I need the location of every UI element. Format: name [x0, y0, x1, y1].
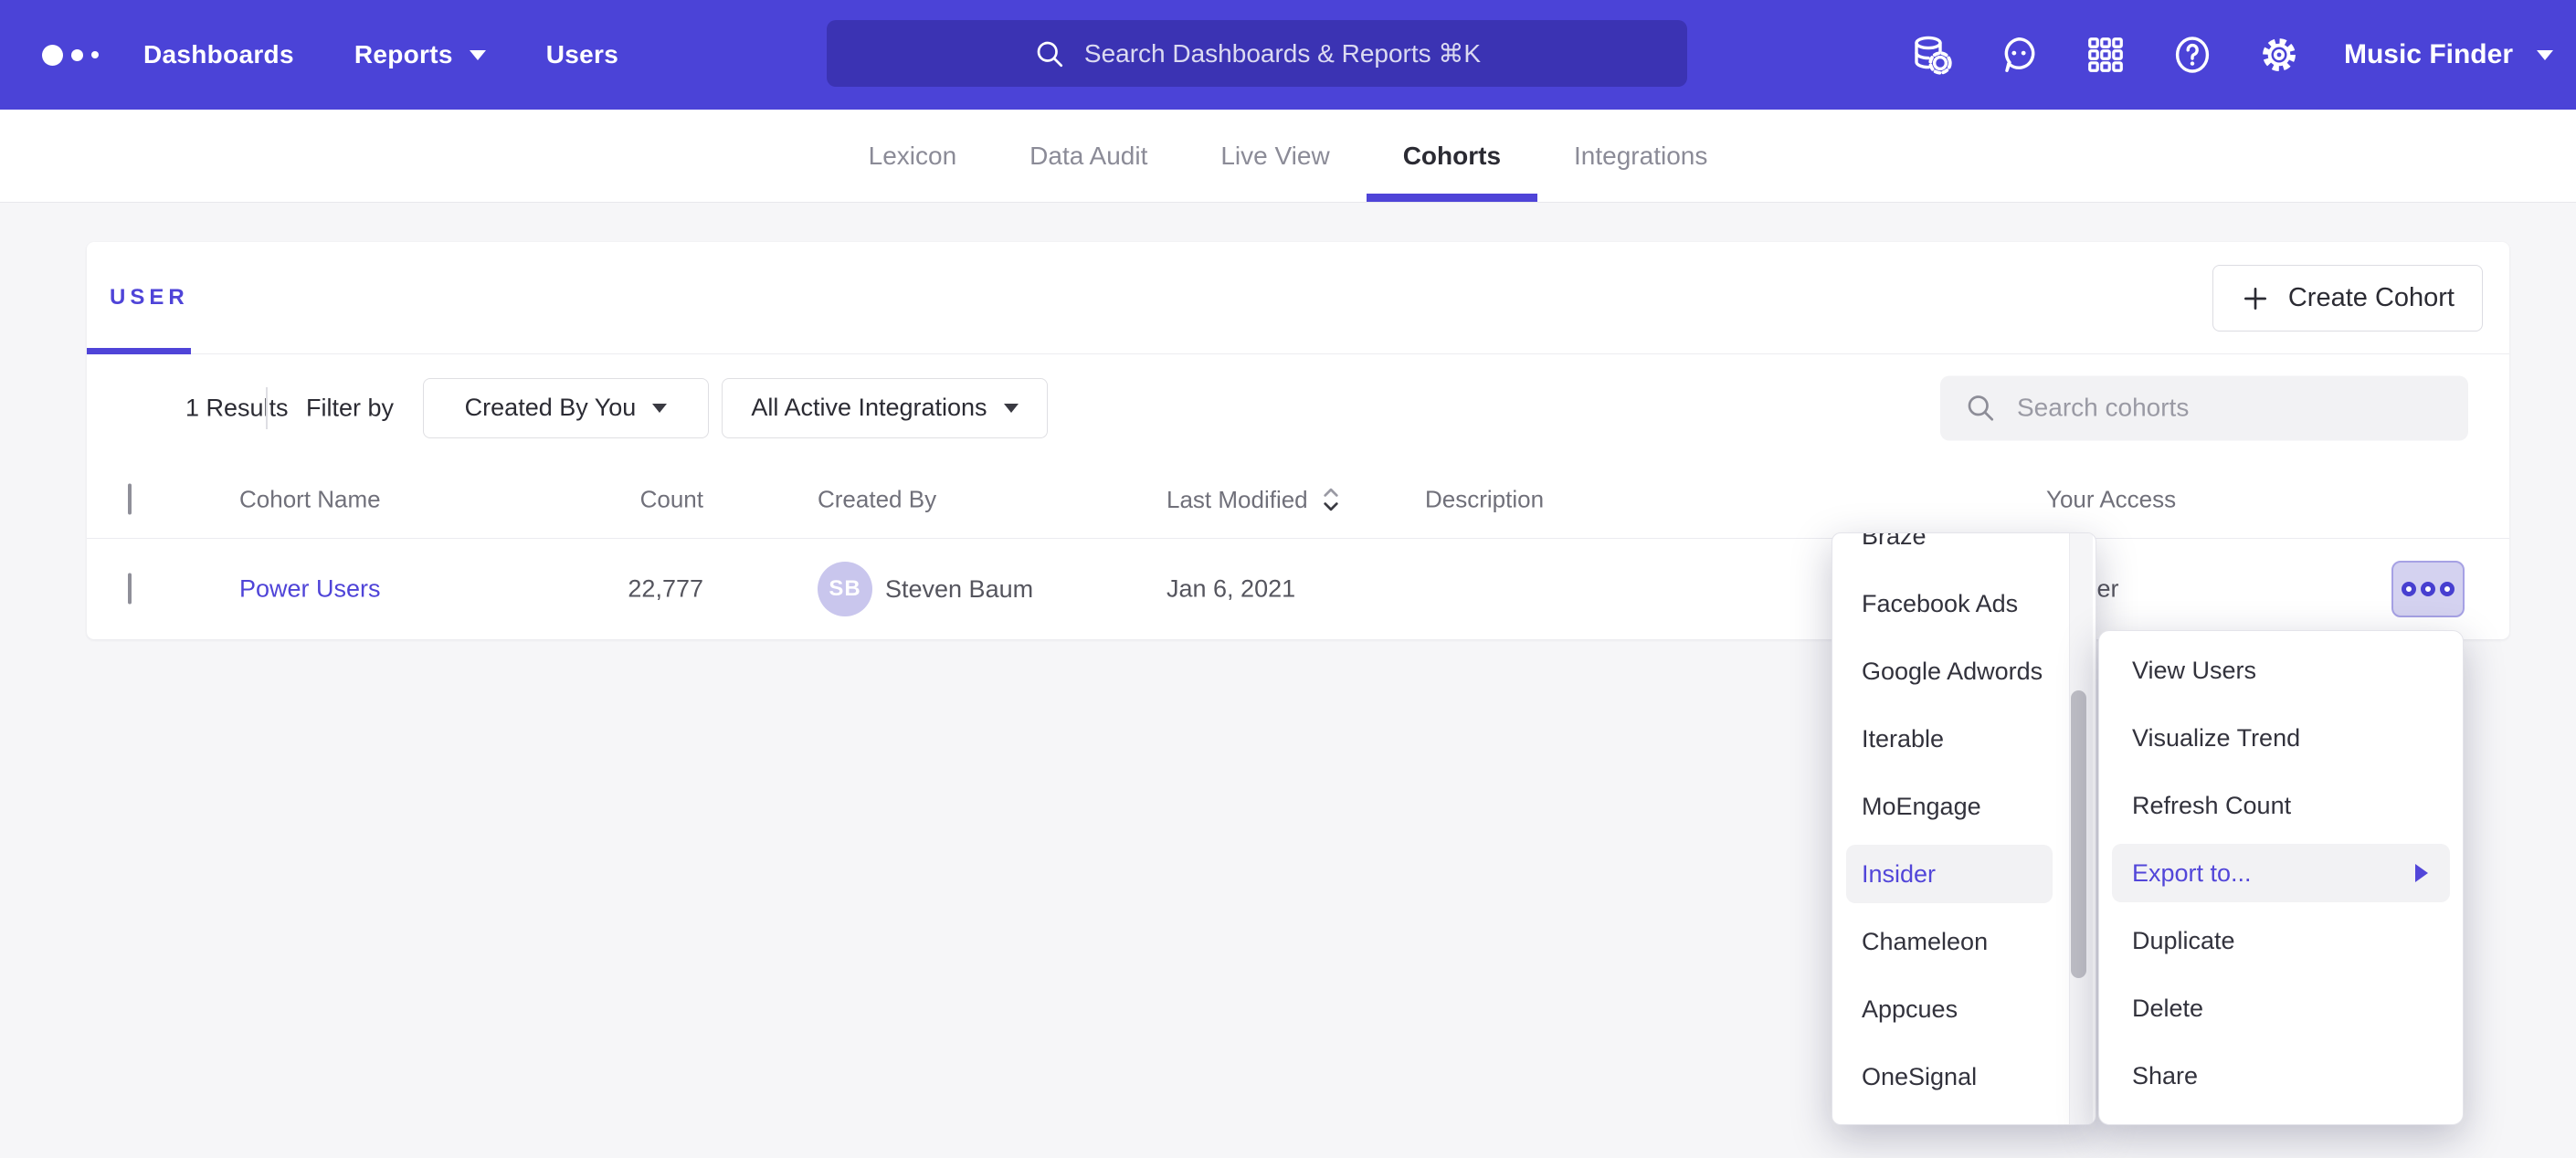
cohort-count: 22,777	[525, 575, 703, 604]
filter-row: 1 Results Filter by Created By You All A…	[87, 354, 2509, 461]
row-actions-button[interactable]	[2391, 561, 2465, 617]
select-all-checkbox[interactable]	[128, 484, 132, 515]
global-search-placeholder: Search Dashboards & Reports ⌘K	[1084, 38, 1481, 68]
nav-label: Dashboards	[143, 40, 294, 69]
header-description[interactable]: Description	[1425, 486, 1544, 514]
menu-item-google-adwords[interactable]: Google Adwords	[1832, 637, 2096, 705]
header-your-access[interactable]: Your Access	[2046, 486, 2176, 514]
nav-label: Reports	[354, 40, 453, 69]
ellipsis-icon	[2402, 582, 2416, 596]
active-tab-underline	[87, 348, 191, 354]
top-navigation: Dashboards Reports Users	[143, 0, 618, 110]
apps-grid-icon[interactable]	[2084, 33, 2127, 77]
settings-gear-icon[interactable]	[2257, 33, 2301, 77]
created-by-filter-dropdown[interactable]: Created By You	[423, 378, 709, 438]
menu-item-duplicate[interactable]: Duplicate	[2099, 907, 2463, 974]
nav-label: Users	[546, 40, 618, 69]
menu-item-braze[interactable]: Braze	[1832, 532, 2096, 570]
nav-item-dashboards[interactable]: Dashboards	[143, 40, 294, 69]
chevron-down-icon	[2537, 50, 2553, 60]
menu-item-refresh-count[interactable]: Refresh Count	[2099, 772, 2463, 839]
tab-data-audit[interactable]: Data Audit	[993, 110, 1184, 202]
menu-item-export-to[interactable]: Export to...	[2112, 844, 2450, 902]
avatar: SB	[818, 562, 872, 616]
created-by-name: Steven Baum	[885, 575, 1033, 604]
help-icon[interactable]	[2170, 33, 2214, 77]
data-settings-icon[interactable]	[1910, 33, 1954, 77]
table-header-row: Cohort Name Count Created By Last Modifi…	[87, 461, 2509, 539]
create-cohort-button[interactable]: Create Cohort	[2212, 265, 2483, 332]
tab-cohorts[interactable]: Cohorts	[1367, 110, 1537, 202]
header-count[interactable]: Count	[525, 486, 703, 514]
header-created-by[interactable]: Created By	[818, 486, 936, 514]
menu-item-visualize-trend[interactable]: Visualize Trend	[2099, 704, 2463, 772]
row-checkbox[interactable]	[128, 574, 132, 605]
cohorts-panel-header: USER Create Cohort	[87, 242, 2509, 354]
menu-scrollbar-thumb[interactable]	[2071, 690, 2086, 978]
feedback-icon[interactable]	[1997, 33, 2041, 77]
menu-item-chameleon[interactable]: Chameleon	[1832, 908, 2096, 975]
menu-item-appcues[interactable]: Appcues	[1832, 975, 2096, 1043]
global-search-input[interactable]: Search Dashboards & Reports ⌘K	[827, 20, 1687, 87]
menu-item-onesignal[interactable]: OneSignal	[1832, 1043, 2096, 1111]
menu-scrollbar-track[interactable]	[2069, 533, 2093, 1124]
search-icon	[1033, 37, 1066, 70]
plus-icon	[2241, 284, 2270, 313]
chevron-down-icon	[1004, 404, 1019, 413]
created-by-cell: SB Steven Baum	[818, 562, 1033, 616]
nav-item-reports[interactable]: Reports	[354, 40, 486, 69]
cohort-table-row: Power Users 22,777 SB Steven Baum Jan 6,…	[87, 539, 2509, 639]
menu-item-view-users[interactable]: View Users	[2099, 637, 2463, 704]
divider	[266, 387, 268, 429]
tab-user-cohorts[interactable]: USER	[110, 242, 189, 353]
search-icon	[1964, 392, 1997, 425]
submenu-arrow-icon	[2415, 864, 2428, 882]
cohorts-panel: USER Create Cohort 1 Results Filter by C…	[87, 242, 2509, 639]
menu-item-delete[interactable]: Delete	[2099, 974, 2463, 1042]
chevron-down-icon	[470, 50, 486, 60]
topbar-right: Music Finder	[1910, 0, 2553, 110]
export-destinations-menu: Braze Facebook Ads Google Adwords Iterab…	[1832, 532, 2096, 1125]
cohort-search-input[interactable]	[2017, 394, 2444, 423]
menu-item-insider[interactable]: Insider	[1846, 845, 2053, 903]
header-cohort-name[interactable]: Cohort Name	[239, 486, 381, 514]
menu-item-facebook-ads[interactable]: Facebook Ads	[1832, 570, 2096, 637]
cohort-name-link[interactable]: Power Users	[239, 575, 381, 604]
menu-item-iterable[interactable]: Iterable	[1832, 705, 2096, 773]
nav-item-users[interactable]: Users	[546, 40, 618, 69]
tab-integrations[interactable]: Integrations	[1537, 110, 1744, 202]
cohort-actions-menu: View Users Visualize Trend Refresh Count…	[2098, 630, 2464, 1125]
integrations-filter-dropdown[interactable]: All Active Integrations	[722, 378, 1048, 438]
section-tabbar: Lexicon Data Audit Live View Cohorts Int…	[0, 110, 2576, 203]
filter-by-label: Filter by	[306, 394, 394, 422]
sort-icon	[1321, 485, 1341, 514]
chevron-down-icon	[652, 404, 667, 413]
menu-item-moengage[interactable]: MoEngage	[1832, 773, 2096, 840]
results-count: 1 Results	[185, 394, 289, 422]
cohort-search-box	[1940, 375, 2468, 440]
last-modified-cell: Jan 6, 2021	[1167, 575, 1295, 604]
topbar: Dashboards Reports Users Search Dashboar…	[0, 0, 2576, 110]
header-last-modified[interactable]: Last Modified	[1167, 485, 1341, 514]
project-name: Music Finder	[2344, 39, 2513, 70]
menu-item-share[interactable]: Share	[2099, 1042, 2463, 1110]
mixpanel-logo-icon[interactable]	[42, 0, 99, 110]
tab-lexicon[interactable]: Lexicon	[832, 110, 994, 202]
tab-live-view[interactable]: Live View	[1184, 110, 1366, 202]
project-switcher[interactable]: Music Finder	[2344, 39, 2553, 70]
